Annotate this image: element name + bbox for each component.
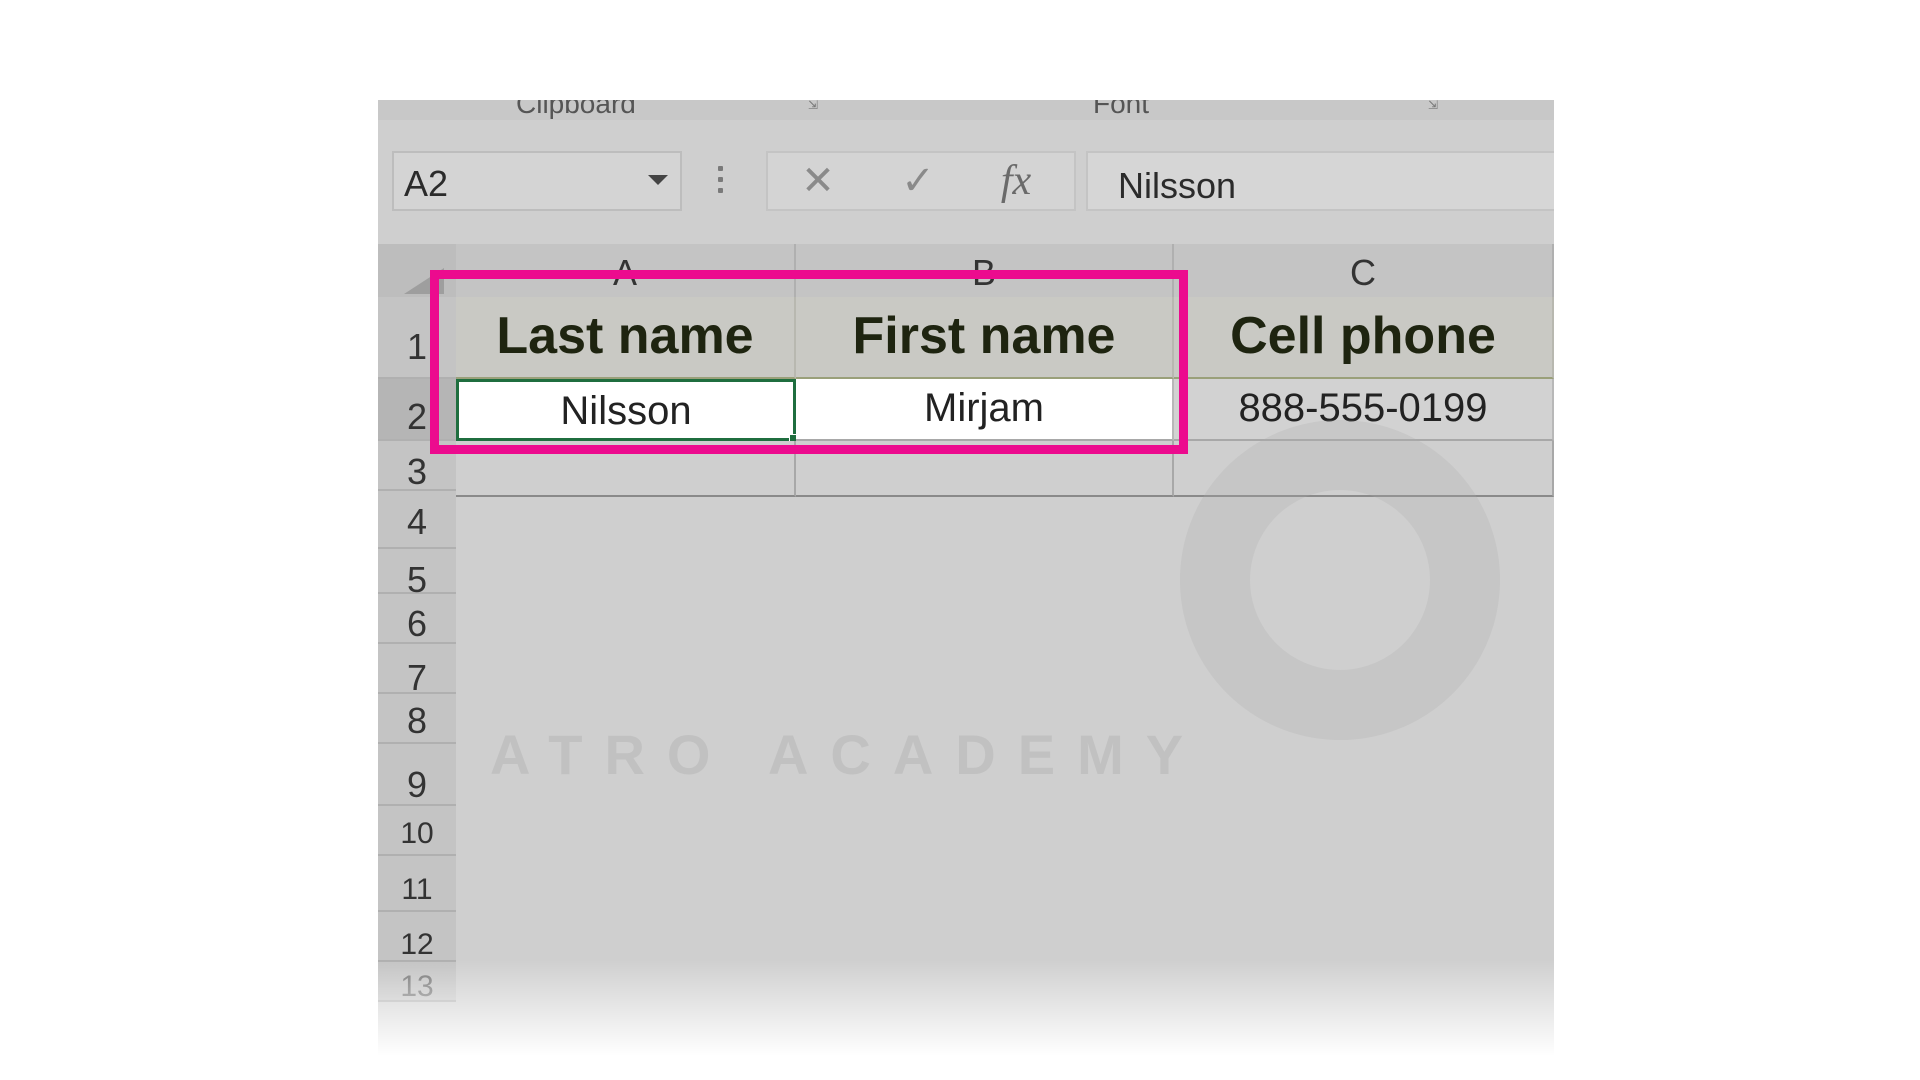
cell-a1[interactable]: Last name [456,297,796,379]
cell-c1[interactable]: Cell phone [1174,297,1554,379]
formula-buttons: ✕ ✓ fx [766,151,1076,211]
row-header-7[interactable]: 7 [378,644,456,698]
ribbon-group-clipboard-label: Clipboard [516,100,636,119]
ribbon-group-bar: Clipboard ⇲ Font ⇲ [378,100,1554,122]
formula-input-value: Nilsson [1118,165,1237,206]
cell-a3[interactable] [456,441,796,497]
column-header-c[interactable]: C [1174,244,1554,297]
row-header-8[interactable]: 8 [378,694,456,744]
cell-b2[interactable]: Mirjam [796,379,1174,441]
formula-bar-grip-icon[interactable] [718,166,724,202]
fx-icon[interactable]: fx [986,153,1046,209]
column-header-b[interactable]: B [796,244,1174,297]
column-header-a[interactable]: A [456,244,796,297]
row-header-12[interactable]: 12 [378,912,456,962]
row-header-6[interactable]: 6 [378,594,456,644]
name-box[interactable]: A2 [392,151,682,211]
cell-a2[interactable]: Nilsson [456,379,796,441]
cell-b3[interactable] [796,441,1174,497]
row-header-10[interactable]: 10 [378,806,456,856]
check-icon[interactable]: ✓ [888,153,948,209]
row-header-9[interactable]: 9 [378,744,456,806]
watermark-text: ATRO ACADEMY [490,723,1206,786]
cell-b1[interactable]: First name [796,297,1174,379]
row-header-13[interactable]: 13 [378,962,456,1003]
row-header-4[interactable]: 4 [378,491,456,549]
clipboard-launcher-icon[interactable]: ⇲ [808,100,826,112]
row-header-2[interactable]: 2 [378,379,456,441]
name-box-value: A2 [404,163,449,204]
chevron-down-icon[interactable] [648,175,668,185]
formula-input[interactable]: Nilsson [1086,151,1554,211]
formula-bar: A2 ✕ ✓ fx Nilsson [378,120,1554,225]
select-all-corner[interactable] [378,244,456,297]
row-header-5[interactable]: 5 [378,549,456,600]
font-launcher-icon[interactable]: ⇲ [1428,100,1446,112]
close-icon[interactable]: ✕ [788,153,848,209]
row-header-3[interactable]: 3 [378,441,456,492]
row-header-11[interactable]: 11 [378,856,456,912]
ribbon-group-font-label: Font [1093,100,1150,119]
row-header-1[interactable]: 1 [378,297,456,379]
